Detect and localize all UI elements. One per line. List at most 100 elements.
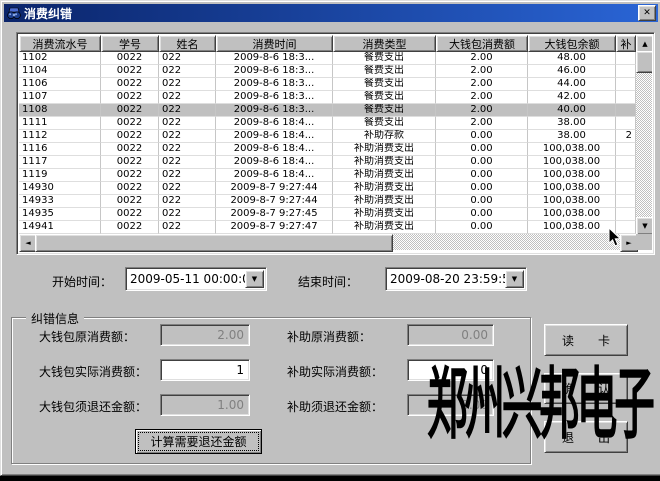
table-row[interactable]: 110800220222009-8-6 18:3...餐费支出2.0040.00 (19, 104, 636, 117)
correction-field-row: 补助实际消费额：0 (12, 359, 530, 381)
table-cell: 100,038.00 (528, 156, 616, 169)
exit-button[interactable]: 退 出 (544, 421, 628, 453)
table-cell: 022 (159, 65, 216, 78)
table-cell: 14930 (19, 182, 101, 195)
table-cell (616, 208, 636, 221)
table-cell: 2009-8-6 18:3... (216, 91, 333, 104)
grid-body: 110200220222009-8-6 18:3...餐费支出2.0048.00… (19, 52, 636, 234)
table-cell: 022 (159, 117, 216, 130)
table-cell: 2.00 (436, 117, 528, 130)
table-cell: 0022 (101, 91, 159, 104)
column-header[interactable]: 大钱包消费额 (436, 35, 528, 52)
table-cell: 餐费支出 (333, 52, 436, 65)
table-cell: 0022 (101, 208, 159, 221)
table-cell: 0.00 (436, 169, 528, 182)
column-header[interactable]: 消费类型 (333, 35, 436, 52)
column-header[interactable]: 消费流水号 (19, 35, 101, 52)
table-cell: 1116 (19, 143, 101, 156)
table-cell: 1119 (19, 169, 101, 182)
table-cell: 1111 (19, 117, 101, 130)
table-cell: 2009-8-7 9:27:45 (216, 208, 333, 221)
table-cell: 0.00 (436, 130, 528, 143)
table-row[interactable]: 110400220222009-8-6 18:3...餐费支出2.0046.00 (19, 65, 636, 78)
column-header[interactable]: 大钱包余额 (528, 35, 616, 52)
window-title: 消费纠错 (24, 5, 638, 22)
table-cell: 1102 (19, 52, 101, 65)
table-row[interactable]: 111600220222009-8-6 18:4...补助消费支出0.00100… (19, 143, 636, 156)
end-time-dropdown-icon[interactable]: ▼ (505, 270, 524, 288)
end-time-label: 结束时间： (298, 273, 358, 290)
table-cell (616, 182, 636, 195)
table-cell: 2009-8-6 18:4... (216, 117, 333, 130)
table-row[interactable]: 110200220222009-8-6 18:3...餐费支出2.0048.00 (19, 52, 636, 65)
table-cell: 100,038.00 (528, 182, 616, 195)
transactions-grid: 消费流水号学号姓名消费时间消费类型大钱包消费额大钱包余额补 1102002202… (16, 32, 655, 255)
table-row[interactable]: 1493300220222009-8-7 9:27:44补助消费支出0.0010… (19, 195, 636, 208)
table-cell (616, 169, 636, 182)
table-cell: 2009-8-7 9:27:44 (216, 195, 333, 208)
table-cell: 0022 (101, 65, 159, 78)
calculate-refund-button[interactable]: 计算需要退还金额 (135, 429, 262, 454)
table-cell: 2009-8-6 18:3... (216, 65, 333, 78)
start-time-dropdown-icon[interactable]: ▼ (245, 270, 264, 288)
horizontal-scrollbar[interactable]: ◄ ► (19, 234, 636, 250)
table-row[interactable]: 111200220222009-8-6 18:4...补助存款0.0038.00… (19, 130, 636, 143)
table-cell: 1117 (19, 156, 101, 169)
table-row[interactable]: 110700220222009-8-6 18:3...餐费支出2.0042.00 (19, 91, 636, 104)
table-cell: 100,038.00 (528, 143, 616, 156)
mouse-cursor-icon (608, 227, 622, 248)
column-header[interactable]: 消费时间 (216, 35, 333, 52)
column-header[interactable]: 学号 (101, 35, 159, 52)
table-cell: 2009-8-6 18:4... (216, 169, 333, 182)
table-cell (616, 156, 636, 169)
vertical-scrollbar[interactable]: ▲ ▼ (636, 35, 652, 233)
table-cell: 餐费支出 (333, 78, 436, 91)
table-cell: 0022 (101, 195, 159, 208)
column-header[interactable]: 姓名 (159, 35, 216, 52)
vertical-scroll-thumb[interactable] (636, 51, 652, 73)
table-cell: 0.00 (436, 156, 528, 169)
read-card-button[interactable]: 读 卡 (544, 324, 628, 356)
end-time-picker[interactable]: 2009-08-20 23:59:59 ▼ (385, 267, 527, 291)
horizontal-scroll-thumb[interactable] (35, 234, 393, 252)
field-input[interactable]: 0 (407, 359, 494, 381)
table-cell (616, 195, 636, 208)
table-cell: 100,038.00 (528, 208, 616, 221)
table-cell: 1107 (19, 91, 101, 104)
table-row[interactable]: 1493000220222009-8-7 9:27:44补助消费支出0.0010… (19, 182, 636, 195)
dialog-window: 消费纠错 ✕ 消费流水号学号姓名消费时间消费类型大钱包消费额大钱包余额补 110… (0, 0, 660, 476)
column-header[interactable]: 补 (616, 35, 636, 52)
table-cell: 0022 (101, 104, 159, 117)
field-input: 0.00 (407, 324, 494, 346)
table-row[interactable]: 111900220222009-8-6 18:4...补助消费支出0.00100… (19, 169, 636, 182)
table-row[interactable]: 110600220222009-8-6 18:3...餐费支出2.0044.00 (19, 78, 636, 91)
correction-field-row: 补助须退还金额：0.00 (12, 394, 530, 416)
scrollbar-corner (636, 234, 652, 250)
table-cell: 0022 (101, 78, 159, 91)
table-cell: 2.00 (436, 104, 528, 117)
table-cell: 2009-8-6 18:4... (216, 156, 333, 169)
table-cell: 022 (159, 143, 216, 156)
start-time-picker[interactable]: 2009-05-11 00:00:00 ▼ (125, 267, 267, 291)
table-row[interactable]: 1493500220222009-8-7 9:27:45补助消费支出0.0010… (19, 208, 636, 221)
table-cell: 补助消费支出 (333, 143, 436, 156)
close-button[interactable]: ✕ (638, 5, 656, 21)
table-cell: 022 (159, 182, 216, 195)
table-cell: 42.00 (528, 91, 616, 104)
confirm-button[interactable]: 确 认 (544, 373, 628, 404)
title-bar[interactable]: 消费纠错 ✕ (4, 4, 658, 22)
table-cell: 44.00 (528, 78, 616, 91)
end-time-value: 2009-08-20 23:59:59 (390, 272, 517, 286)
start-time-value: 2009-05-11 00:00:00 (130, 272, 257, 286)
table-cell: 0022 (101, 143, 159, 156)
table-row[interactable]: 111100220222009-8-6 18:4...餐费支出2.0038.00 (19, 117, 636, 130)
table-cell: 补助消费支出 (333, 221, 436, 234)
table-row[interactable]: 111700220222009-8-6 18:4...补助消费支出0.00100… (19, 156, 636, 169)
table-cell (616, 65, 636, 78)
table-cell: 2.00 (436, 78, 528, 91)
table-cell: 48.00 (528, 52, 616, 65)
scroll-down-icon[interactable]: ▼ (636, 217, 652, 235)
field-label: 补助须退还金额： (287, 398, 383, 415)
table-row[interactable]: 1494100220222009-8-7 9:27:47补助消费支出0.0010… (19, 221, 636, 234)
table-cell: 1104 (19, 65, 101, 78)
